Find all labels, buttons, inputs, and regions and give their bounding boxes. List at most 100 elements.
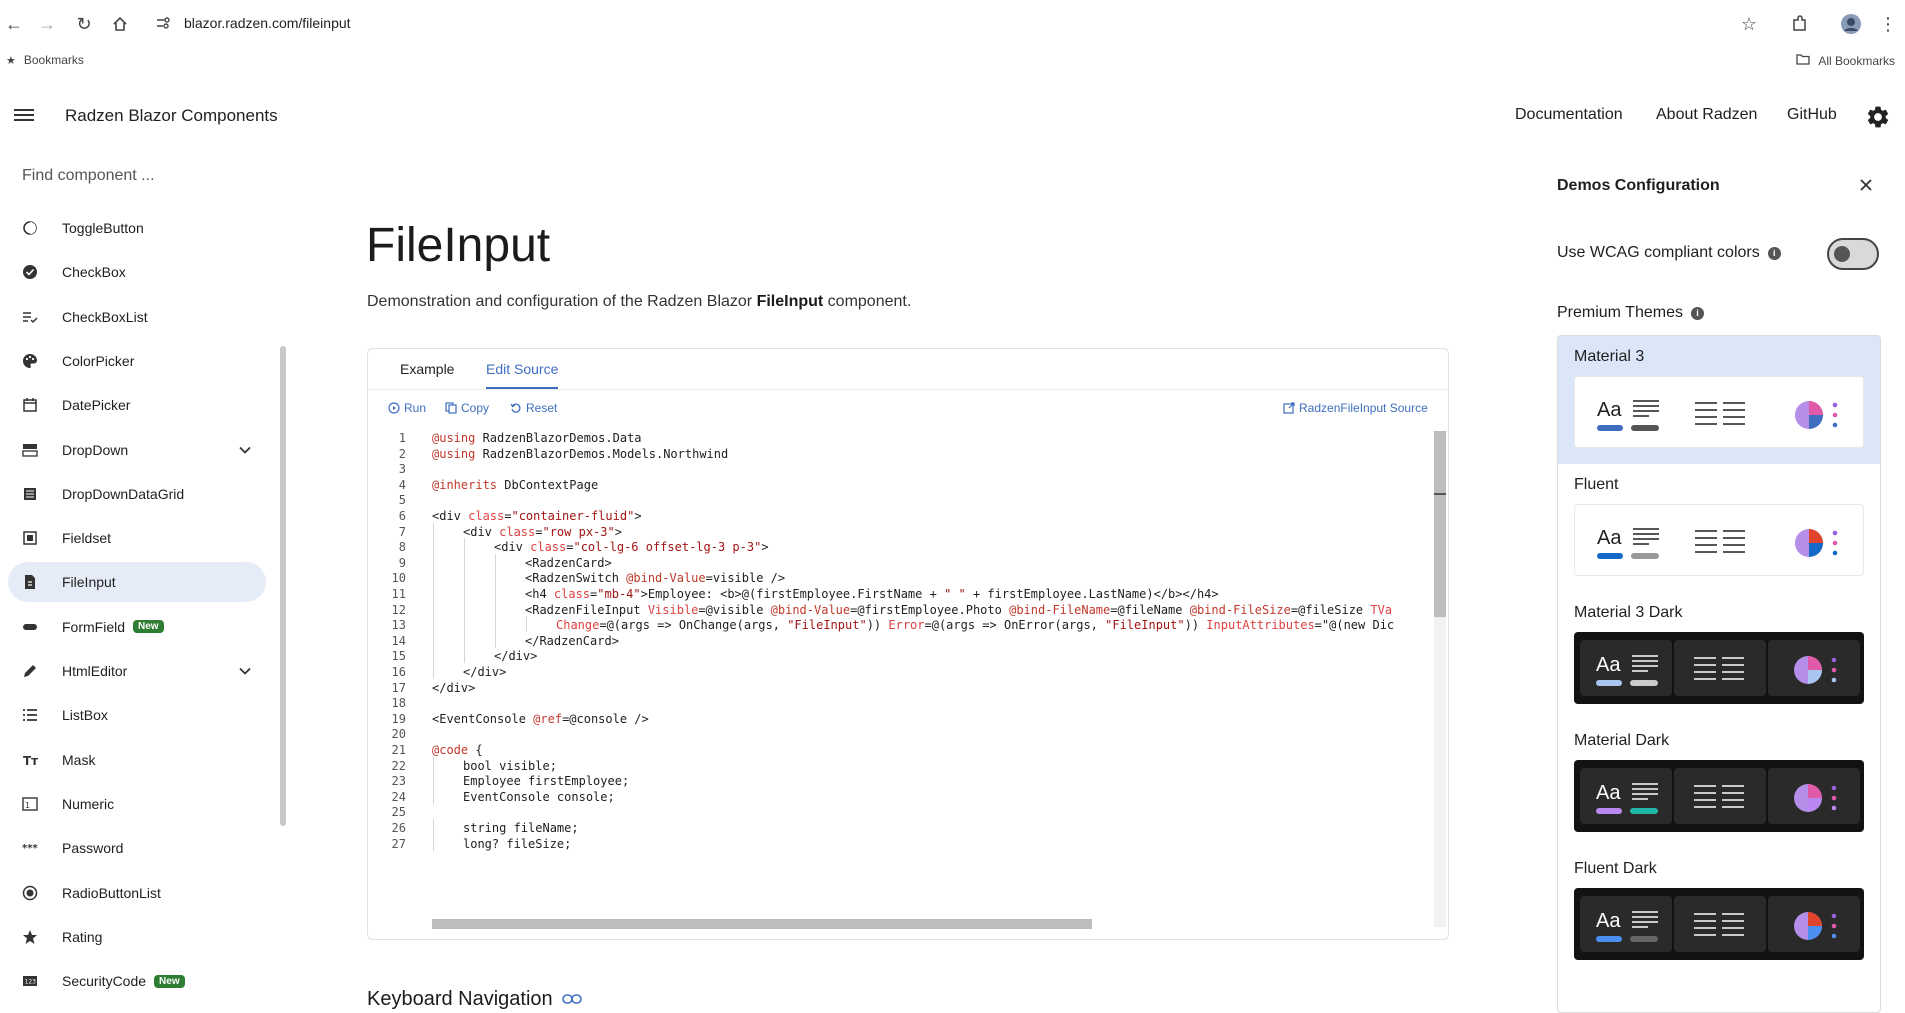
theme-preview: Aa [1574,376,1864,448]
tab-example[interactable]: Example [400,349,454,389]
sidebar-item-label: DropDownDataGrid [62,485,185,502]
svg-text:***: *** [22,843,38,854]
sidebar-item-securitycode[interactable]: 123 SecurityCode New [8,961,266,1001]
sidebar-item-colorpicker[interactable]: ColorPicker [8,341,266,381]
keyboard-navigation-label: Keyboard Navigation [367,988,553,1010]
indent-guide [464,616,465,633]
indent-guide [433,819,434,835]
run-button[interactable]: Run [388,401,426,415]
github-link[interactable]: GitHub [1787,106,1837,124]
about-radzen-link[interactable]: About Radzen [1656,106,1757,124]
sidebar-item-label: Rating [62,928,103,945]
documentation-link[interactable]: Documentation [1515,106,1623,124]
copy-button[interactable]: Copy [445,401,489,415]
home-icon[interactable] [108,12,132,36]
aa-glyph: Aa [1596,782,1621,804]
sidebar-item-togglebutton[interactable]: ToggleButton [8,208,266,248]
indent-guide [495,553,496,570]
sidebar-item-dropdown[interactable]: DropDown [8,430,266,470]
fieldset-icon [20,528,40,548]
close-icon[interactable] [1857,176,1875,194]
sidebar-item-rating[interactable]: Rating [8,917,266,957]
svg-text:Tт: Tт [23,754,38,768]
sidebar-item-label: ListBox [62,707,108,724]
theme-fluent[interactable]: Fluent Aa [1558,464,1880,592]
sidebar-item-formfield[interactable]: FormField New [8,607,266,647]
typography-swatch: Aa [1580,896,1672,952]
radzen-fileinput-source-link[interactable]: RadzenFileInput Source [1283,401,1428,415]
gear-icon[interactable] [1865,104,1891,130]
bookmark-star-icon[interactable]: ☆ [1737,12,1761,36]
sidebar-item-label: DropDown [62,441,129,458]
reload-icon[interactable]: ↻ [72,12,96,36]
chart-swatch [1768,768,1860,824]
forward-icon[interactable]: → [35,12,59,36]
tab-edit-source[interactable]: Edit Source [486,349,558,389]
chevron-down-icon[interactable] [238,443,252,457]
sidebar-item-mask[interactable]: Tт Mask [8,740,266,780]
search-input[interactable] [10,158,270,194]
sidebar-item-label: SecurityCode [62,973,147,990]
sidebar-scrollbar[interactable] [280,346,286,826]
site-info-icon[interactable] [154,14,172,32]
radio-icon [20,883,40,903]
wcag-label-row: Use WCAG compliant colors i [1557,244,1781,262]
sidebar-item-label: FormField [62,618,126,635]
tab-divider [368,389,1448,390]
sidebar-item-selectbar[interactable]: SelectBar [8,1005,266,1013]
theme-material-3[interactable]: Material 3 Aa [1558,336,1880,464]
hamburger-menu-icon[interactable] [14,106,34,126]
desc-bold: FileInput [756,293,824,310]
sidebar-item-radiobuttonlist[interactable]: RadioButtonList [8,873,266,913]
theme-material-3-dark[interactable]: Material 3 Dark Aa [1558,592,1880,720]
code-editor[interactable]: 1 @using RadzenBlazorDemos.Data 2 @using Ra… [368,429,1432,927]
sidebar-item-htmleditor[interactable]: HtmlEditor [8,651,266,691]
profile-avatar[interactable] [1839,12,1863,36]
theme-name: Material 3 [1574,348,1645,365]
address-bar[interactable]: blazor.radzen.com/fileinput [184,15,351,31]
theme-name: Fluent Dark [1574,860,1657,877]
link-icon[interactable] [562,993,583,1005]
aa-glyph: Aa [1596,910,1621,932]
chart-swatch [1769,385,1861,441]
security-code-icon: 123 [20,971,40,991]
indent-guide [495,631,496,648]
sidebar-item-checkboxlist[interactable]: CheckBoxList [8,297,266,337]
code-vertical-scrollbar-thumb[interactable] [1434,431,1446,617]
indent-guide [433,600,434,617]
theme-preview: Aa [1574,504,1864,576]
sidebar-item-password[interactable]: *** Password [8,828,266,868]
theme-fluent-dark[interactable]: Fluent Dark Aa [1558,848,1880,976]
info-icon[interactable]: i [1767,246,1781,260]
sidebar-item-fieldset[interactable]: Fieldset [8,518,266,558]
sidebar-item-checkbox[interactable]: CheckBox [8,252,266,292]
mask-icon: Tт [20,750,40,770]
sidebar-item-label: Numeric [62,795,115,812]
theme-material-dark[interactable]: Material Dark Aa [1558,720,1880,848]
typography-swatch: Aa [1581,385,1673,441]
indent-guide [433,553,434,570]
sidebar-item-dropdowndatagrid[interactable]: DropDownDataGrid [8,474,266,514]
copy-label: Copy [461,401,490,415]
browser-menu-icon[interactable]: ⋮ [1876,12,1900,36]
table-swatch [1675,513,1767,569]
table-swatch [1674,896,1766,952]
extensions-icon[interactable] [1787,12,1811,36]
app-title: Radzen Blazor Components [65,106,278,125]
all-bookmarks-label[interactable]: All Bookmarks [1818,54,1895,68]
reset-button[interactable]: Reset [510,401,557,415]
indent-guide [464,631,465,648]
back-icon[interactable]: ← [2,12,26,36]
theme-preview: Aa [1574,760,1864,832]
new-badge: New [154,974,185,988]
chevron-down-icon[interactable] [238,664,252,678]
sidebar-item-listbox[interactable]: ListBox [8,695,266,735]
wcag-toggle-switch[interactable] [1827,238,1879,270]
code-horizontal-scrollbar-thumb[interactable] [432,919,1092,929]
sidebar-item-label: ColorPicker [62,352,135,369]
sidebar-item-datepicker[interactable]: DatePicker [8,385,266,425]
sidebar-item-numeric[interactable]: 1 Numeric [8,784,266,824]
bookmarks-label[interactable]: Bookmarks [24,53,84,67]
sidebar-item-fileinput[interactable]: FileInput [8,562,266,603]
info-icon[interactable]: i [1690,306,1704,320]
